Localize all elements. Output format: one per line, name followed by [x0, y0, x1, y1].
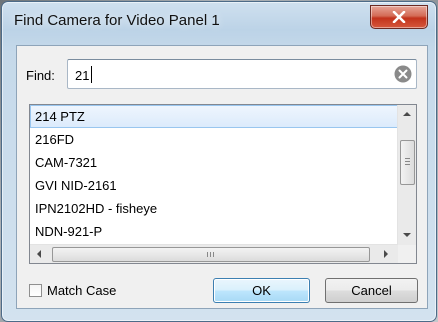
find-input-value: 21	[75, 68, 90, 83]
close-button[interactable]	[370, 5, 428, 29]
vertical-scroll-thumb[interactable]	[400, 140, 415, 185]
vertical-scrollbar[interactable]	[397, 105, 416, 245]
list-item[interactable]: 214 PTZ	[30, 105, 398, 128]
clear-search-icon[interactable]	[394, 65, 412, 83]
arrow-down-icon[interactable]	[403, 233, 411, 237]
match-case-option[interactable]: Match Case	[29, 283, 116, 298]
horizontal-scrollbar[interactable]	[30, 244, 398, 263]
title-bar[interactable]: Find Camera for Video Panel 1	[2, 2, 436, 40]
scrollbar-corner	[398, 245, 416, 263]
find-camera-dialog: Find Camera for Video Panel 1 Find: 21 2…	[1, 1, 437, 322]
list-item[interactable]: GVI NID-2161	[30, 174, 398, 197]
list-item[interactable]: NDN-921-P	[30, 220, 398, 243]
arrow-right-icon[interactable]	[384, 250, 388, 258]
list-item[interactable]: CAM-7321	[30, 151, 398, 174]
cancel-button[interactable]: Cancel	[325, 278, 418, 303]
camera-results-list[interactable]: 214 PTZ 216FD CAM-7321 GVI NID-2161 IPN2102H…	[29, 104, 417, 264]
find-label: Find:	[26, 68, 55, 83]
find-input[interactable]: 21	[67, 59, 417, 89]
arrow-up-icon[interactable]	[403, 112, 411, 116]
match-case-label: Match Case	[47, 283, 117, 298]
dialog-body: Find: 21 214 PTZ 216FD CAM-7321 GVI NID-216…	[16, 45, 428, 309]
close-x-icon	[392, 11, 406, 23]
list-item[interactable]: IPN2102HD - fisheye	[30, 197, 398, 220]
horizontal-scroll-thumb[interactable]	[52, 247, 370, 262]
list-items: 214 PTZ 216FD CAM-7321 GVI NID-2161 IPN2102H…	[30, 105, 398, 243]
text-caret	[91, 66, 92, 83]
window-title: Find Camera for Video Panel 1	[14, 12, 220, 29]
arrow-left-icon[interactable]	[37, 250, 41, 258]
ok-button[interactable]: OK	[213, 278, 310, 303]
list-item[interactable]: 216FD	[30, 128, 398, 151]
match-case-checkbox[interactable]	[29, 284, 42, 297]
